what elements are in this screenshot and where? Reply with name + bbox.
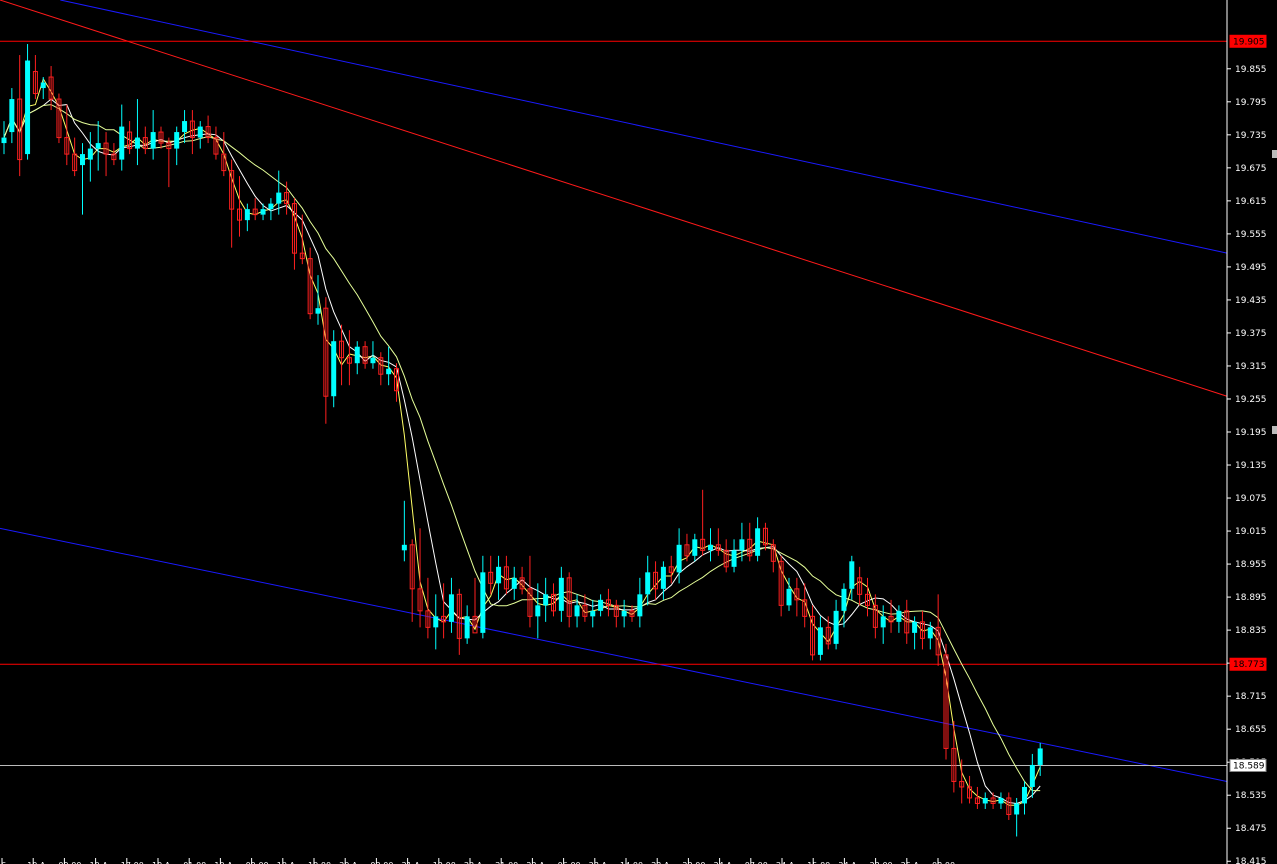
candle-body [174,132,180,149]
candlestick-chart: 19.855 19.795 19.735 19.675 19.615 19.555 19.4… [0,0,1277,864]
candle-body [849,561,855,589]
candle-body [558,577,564,611]
candle-body [1022,786,1027,804]
candle-body [896,610,902,622]
candle-body [95,143,101,149]
candle-body [268,203,274,210]
y-tick-label: 19.135 [1235,461,1267,471]
candle-body [621,610,627,617]
candle-body [598,599,604,611]
candle-body [134,137,140,149]
candle-body [331,341,337,397]
candle-body [817,627,823,655]
candle-body [998,797,1004,804]
candle-body [1029,764,1035,787]
candle-body [197,126,203,138]
y-tick-label: 19.375 [1235,329,1267,339]
y-tick-label: 19.615 [1235,197,1267,207]
candle-body [150,132,156,149]
candle-body [645,572,651,595]
y-tick-label: 19.795 [1235,98,1267,108]
candle-body [841,588,847,611]
y-tick-label: 19.675 [1235,164,1267,174]
candle-body [276,192,282,204]
candle-body [433,616,439,628]
y-tick-label: 18.655 [1235,725,1267,735]
y-tick-label: 19.435 [1235,296,1267,306]
candle-body [511,577,517,589]
candle-body [739,539,745,551]
y-tick-label: 18.475 [1235,824,1267,834]
candle-body [755,528,761,556]
scrollbar-handle-lower[interactable] [1272,426,1277,434]
candle-body [315,308,321,314]
candle-body [119,126,125,160]
y-tick-label: 18.715 [1235,692,1267,702]
candle-body [25,60,31,155]
candle-body [448,594,454,622]
candle-body [80,154,85,166]
y-tick-label: 18.835 [1235,626,1267,636]
candle [25,44,31,160]
candle-body [535,605,541,617]
plot-background [0,0,1277,864]
candle-body [480,572,486,633]
candle-body [660,566,666,589]
candle-body [912,621,918,633]
candle-body [1037,748,1043,765]
price-tag-label-1: 18.773 [1233,660,1265,670]
candle-body [386,368,392,375]
candle-body [786,588,792,606]
y-tick-label: 19.315 [1235,362,1267,372]
candle-body [370,357,376,364]
scrollbar-handle[interactable] [1272,150,1277,158]
candle-body [731,550,737,567]
candle-body [182,121,188,133]
candle-body [590,610,596,617]
candle-body [464,616,470,639]
y-tick-label: 19.075 [1235,494,1267,504]
y-tick-label: 18.895 [1235,593,1267,603]
price-tag-label-2: 18.589 [1233,761,1265,771]
candle-body [692,539,698,556]
candle-body [1014,803,1020,815]
candle-body [637,594,643,617]
candle-body [927,627,933,639]
y-tick-label: 19.855 [1235,65,1267,75]
y-tick-label: 19.735 [1235,131,1267,141]
candle-body [244,209,250,221]
candle-body [496,566,502,584]
candle-body [543,594,549,606]
candle-body [708,544,713,551]
candle-body [354,346,360,364]
candle-body [87,148,93,160]
candle-body [880,616,886,628]
y-tick-label: 19.015 [1235,527,1267,537]
candle-body [260,209,266,215]
price-tag-label-0: 19.905 [1233,37,1265,47]
y-tick-label: 19.255 [1235,395,1267,405]
candle-body [40,82,46,89]
candle-body [676,544,682,573]
candle-body [833,610,839,644]
y-tick-label: 19.495 [1235,263,1267,273]
y-tick-label: 19.555 [1235,230,1267,240]
y-tick-label: 18.535 [1235,791,1267,801]
y-tick-label: 18.955 [1235,560,1267,570]
candle-body [1,137,7,144]
candle-body [982,797,988,804]
candle-body [401,544,407,551]
candle-body [574,605,580,617]
y-tick-label: 19.195 [1235,428,1267,438]
candle-body [9,99,15,133]
candle [331,330,337,408]
y-tick-label: 18.415 [1235,857,1267,864]
